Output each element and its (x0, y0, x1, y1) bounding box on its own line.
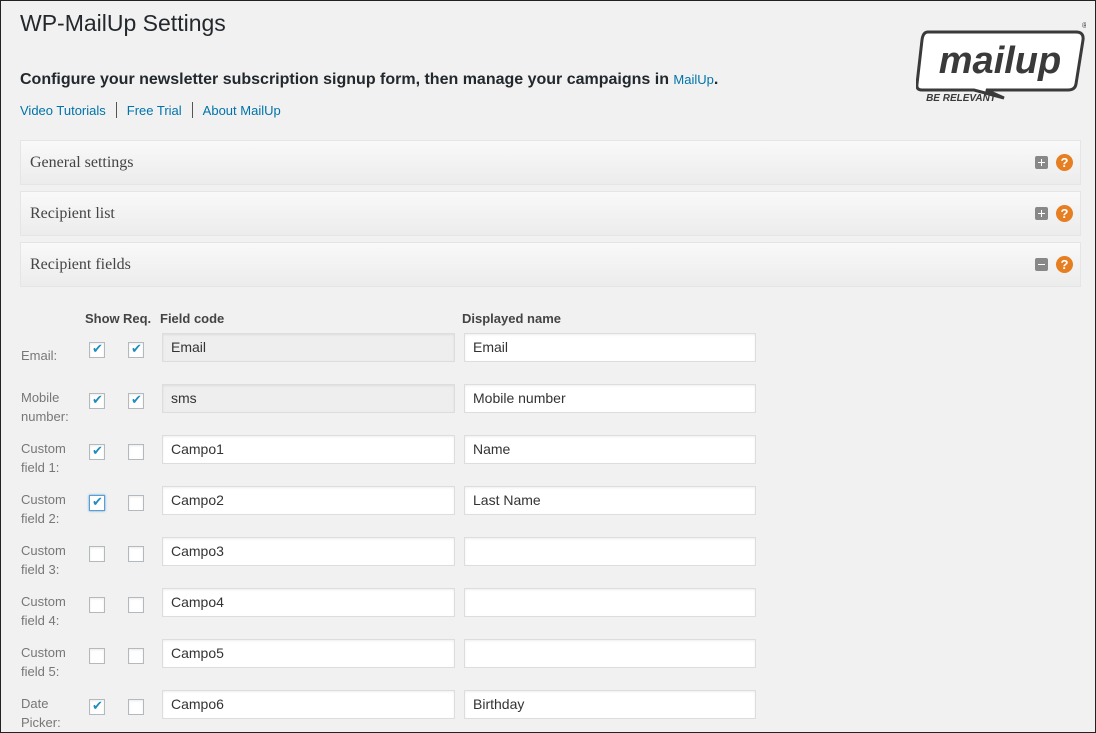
panel-recipient-list[interactable]: Recipient list ? (20, 191, 1081, 236)
panel-recipient-fields[interactable]: Recipient fields ? (20, 242, 1081, 287)
displayed-name-input[interactable]: Last Name (464, 486, 756, 515)
help-icon[interactable]: ? (1056, 256, 1073, 273)
panel-title: General settings (30, 154, 134, 171)
field-code-input[interactable]: Email (162, 333, 455, 362)
row-label: Custom field 3: (21, 541, 77, 579)
required-checkbox[interactable] (128, 341, 144, 358)
displayed-name-input[interactable]: Email (464, 333, 756, 362)
link-separator (115, 102, 117, 118)
about-mailup-link[interactable]: About MailUp (203, 103, 281, 118)
column-header-show: Show (85, 311, 120, 326)
logo-tagline: BE RELEVANT (926, 93, 997, 102)
column-header-req: Req. (123, 311, 152, 326)
row-label-line: Custom (21, 645, 66, 660)
field-code-input[interactable]: Campo4 (162, 588, 455, 617)
row-label-line: Custom (21, 594, 66, 609)
show-checkbox[interactable] (89, 443, 105, 460)
logo-wordmark: mailup (939, 40, 1061, 82)
show-checkbox[interactable] (89, 341, 105, 358)
logo-registered-mark: ® (1082, 21, 1086, 30)
displayed-name-input[interactable] (464, 588, 756, 617)
row-label: Custom field 2: (21, 490, 77, 528)
row-label-line: Custom (21, 543, 66, 558)
row-label-line: number: (21, 409, 69, 424)
displayed-name-input[interactable] (464, 639, 756, 668)
collapse-icon[interactable] (1035, 258, 1048, 271)
row-label: Date Picker: (21, 694, 77, 732)
mailup-logo: mailup BE RELEVANT ® (916, 21, 1086, 102)
settings-page: WP-MailUp Settings Configure your newsle… (0, 0, 1096, 733)
required-checkbox[interactable] (128, 699, 144, 715)
required-checkbox[interactable] (128, 648, 144, 664)
field-code-input[interactable]: Campo3 (162, 537, 455, 566)
video-tutorials-link[interactable]: Video Tutorials (20, 103, 106, 118)
row-label-line: Email: (21, 348, 58, 363)
required-checkbox[interactable] (128, 546, 144, 562)
row-label-line: field 2: (21, 511, 60, 526)
show-checkbox[interactable] (89, 494, 105, 511)
field-code-input[interactable]: Campo1 (162, 435, 455, 464)
expand-icon[interactable] (1035, 207, 1048, 220)
field-code-input[interactable]: Campo2 (162, 486, 455, 515)
page-title: WP-MailUp Settings (20, 10, 226, 36)
row-label-line: Date (21, 696, 49, 711)
row-label-line: field 5: (21, 664, 60, 679)
column-header-displayed-name: Displayed name (462, 311, 561, 326)
row-label-line: field 3: (21, 562, 60, 577)
field-code-input[interactable]: Campo6 (162, 690, 455, 719)
show-checkbox[interactable] (89, 648, 105, 664)
row-label-line: field 4: (21, 613, 60, 628)
help-icon[interactable]: ? (1056, 205, 1073, 222)
row-label-line: Mobile (21, 390, 60, 405)
row-label: Custom field 1: (21, 439, 77, 477)
row-label: Custom field 5: (21, 643, 77, 681)
field-code-input[interactable]: sms (162, 384, 455, 413)
row-label-line: Picker: (21, 715, 61, 730)
required-checkbox[interactable] (128, 495, 144, 511)
mailup-link[interactable]: MailUp (673, 72, 713, 87)
header-links: Video Tutorials Free Trial About MailUp (20, 102, 281, 118)
field-code-input[interactable]: Campo5 (162, 639, 455, 668)
intro-text: Configure your newsletter subscription s… (20, 71, 718, 89)
show-checkbox[interactable] (89, 392, 105, 409)
panel-general-settings[interactable]: General settings ? (20, 140, 1081, 185)
show-checkbox[interactable] (89, 698, 105, 715)
row-label-line: Custom (21, 492, 66, 507)
displayed-name-input[interactable]: Birthday (464, 690, 756, 719)
expand-icon[interactable] (1035, 156, 1048, 169)
panel-title: Recipient fields (30, 256, 131, 273)
required-checkbox[interactable] (128, 392, 144, 409)
row-label: Email: (21, 346, 77, 365)
displayed-name-input[interactable]: Mobile number (464, 384, 756, 413)
panel-title: Recipient list (30, 205, 115, 222)
link-separator (191, 102, 193, 118)
intro-period: . (713, 71, 719, 88)
free-trial-link[interactable]: Free Trial (127, 103, 182, 118)
show-checkbox[interactable] (89, 546, 105, 562)
column-header-field-code: Field code (160, 311, 225, 326)
intro-sentence: Configure your newsletter subscription s… (20, 71, 674, 88)
displayed-name-input[interactable]: Name (464, 435, 756, 464)
required-checkbox[interactable] (128, 444, 144, 460)
required-checkbox[interactable] (128, 597, 144, 613)
help-icon[interactable]: ? (1056, 154, 1073, 171)
row-label-line: field 1: (21, 460, 60, 475)
show-checkbox[interactable] (89, 597, 105, 613)
row-label: Mobile number: (21, 388, 77, 426)
row-label-line: Custom (21, 441, 66, 456)
displayed-name-input[interactable] (464, 537, 756, 566)
row-label: Custom field 4: (21, 592, 77, 630)
